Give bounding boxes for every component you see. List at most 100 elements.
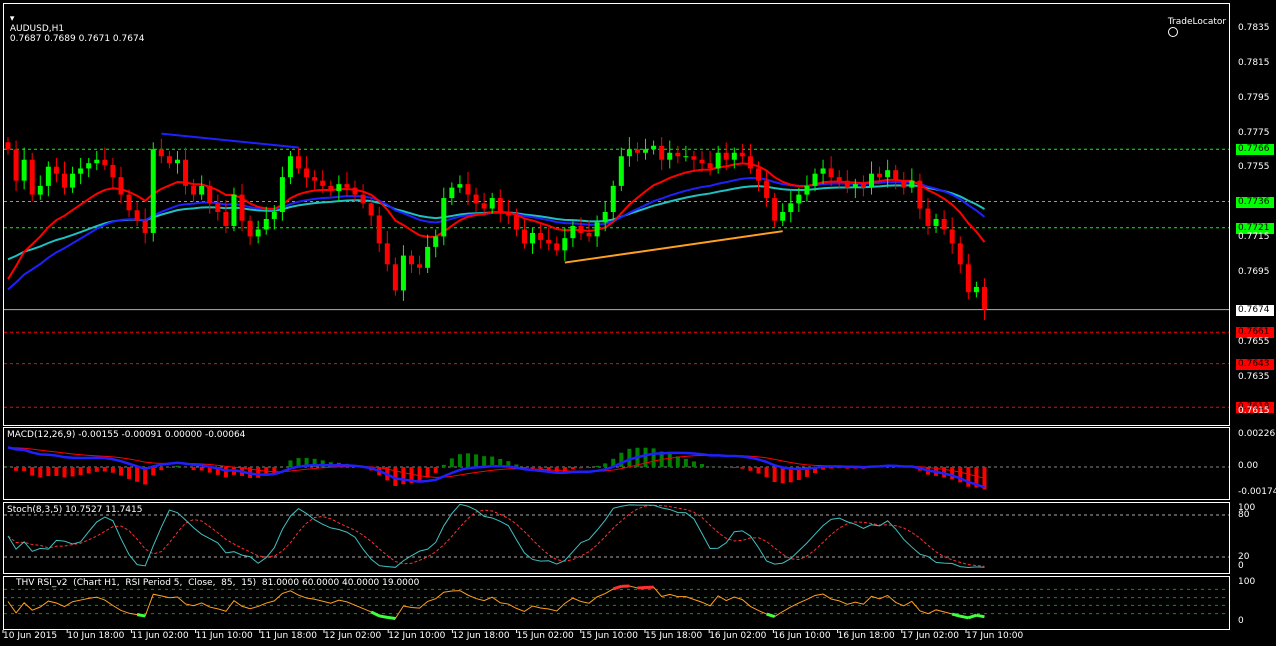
candle-body xyxy=(457,184,463,188)
macd-histogram-bar xyxy=(256,467,261,478)
time-tick: 16 Jun 18:00 xyxy=(837,631,895,641)
time-tick: 10 Jun 18:00 xyxy=(67,631,125,641)
candle-body xyxy=(651,145,657,150)
candle-body xyxy=(449,187,455,199)
candle-body xyxy=(336,184,342,192)
candle-body xyxy=(21,159,27,181)
rsi-extreme-segment xyxy=(370,610,380,618)
candle-body xyxy=(860,184,866,188)
macd-histogram-bar xyxy=(966,467,971,487)
candle-body xyxy=(602,212,608,223)
candle-body xyxy=(425,246,431,268)
rsi-extreme-segment xyxy=(951,612,961,618)
macd-histogram-bar xyxy=(441,464,446,467)
candle-body xyxy=(885,170,891,178)
macd-histogram-bar xyxy=(38,467,43,478)
macd-histogram-bar xyxy=(950,467,955,480)
price-tick: 0.7815 xyxy=(1238,57,1270,68)
candle-body xyxy=(433,236,439,247)
price-tick: 0.7795 xyxy=(1238,92,1270,103)
candle-body xyxy=(392,264,398,291)
candle-body xyxy=(481,203,487,209)
candle-body xyxy=(925,208,931,226)
price-level-tag: 0.7766 xyxy=(1236,144,1274,156)
macd-histogram-bar xyxy=(756,467,761,474)
macd-histogram-bar xyxy=(70,467,75,477)
candle-body xyxy=(699,159,705,164)
price-tick: 0.7755 xyxy=(1238,162,1270,173)
macd-histogram-bar xyxy=(54,467,59,476)
stoch-label: Stoch(8,3,5) 10.7527 11.7415 xyxy=(7,505,143,515)
candle-body xyxy=(836,177,842,181)
candle-body xyxy=(764,180,770,199)
macd-histogram-bar xyxy=(595,465,600,467)
candle-body xyxy=(941,218,947,230)
time-tick: 12 Jun 10:00 xyxy=(388,631,446,641)
rsi-extreme-segment xyxy=(967,613,977,620)
time-tick: 11 Jun 02:00 xyxy=(131,631,189,641)
candle-body xyxy=(957,243,963,265)
candle-body xyxy=(142,220,148,233)
candle-body xyxy=(465,184,471,195)
candle-body xyxy=(158,149,164,157)
price-tick: 0.7835 xyxy=(1238,23,1270,33)
candle-body xyxy=(691,156,697,160)
candle-body xyxy=(594,222,600,237)
candle-body xyxy=(901,180,907,188)
price-tick: 0.7775 xyxy=(1238,127,1270,138)
macd-histogram-bar xyxy=(46,467,51,477)
macd-histogram-bar xyxy=(167,467,172,468)
candle-body xyxy=(973,286,979,293)
rsi-extreme-segment xyxy=(378,614,388,619)
macd-histogram-bar xyxy=(643,447,648,467)
candle-body xyxy=(312,177,318,181)
rsi-extreme-segment xyxy=(387,615,396,620)
locator-icon xyxy=(1167,27,1178,37)
stoch-tick: 0 xyxy=(1238,561,1244,571)
candle-body xyxy=(255,229,261,237)
candle-body xyxy=(166,156,172,164)
candle-body xyxy=(215,203,221,213)
macd-histogram-bar xyxy=(159,467,164,471)
candle-body xyxy=(53,166,59,174)
candle-body xyxy=(796,194,802,204)
time-tick: 16 Jun 10:00 xyxy=(773,631,831,641)
trade-locator[interactable]: TradeLocator xyxy=(1165,7,1226,39)
candle-body xyxy=(844,180,850,188)
macd-histogram-bar xyxy=(22,467,27,472)
price-tick: 0.7635 xyxy=(1238,371,1270,382)
candle-body xyxy=(877,173,883,178)
candle-body xyxy=(812,173,818,186)
macd-histogram-bar xyxy=(425,467,430,478)
macd-histogram-bar xyxy=(135,467,140,482)
candle-body xyxy=(191,185,197,195)
ohlc-values: 0.7687 0.7689 0.7671 0.7674 xyxy=(9,34,145,44)
stoch-main-line xyxy=(7,503,985,568)
candle-body xyxy=(102,159,108,165)
macd-histogram-bar xyxy=(474,454,479,467)
candle-body xyxy=(199,185,205,195)
candle-body xyxy=(360,194,366,204)
time-tick: 16 Jun 02:00 xyxy=(709,631,767,641)
macd-histogram-bar xyxy=(691,461,696,467)
candle-body xyxy=(538,232,544,240)
candle-body xyxy=(473,194,479,204)
candle-body xyxy=(852,184,858,188)
candle-body xyxy=(150,149,156,233)
time-tick: 17 Jun 02:00 xyxy=(901,631,959,641)
candle-body xyxy=(707,163,713,169)
price-axis[interactable]: 0.00226 0.00 -0.00174 100 80 20 0 100 0 … xyxy=(1230,0,1276,646)
candle-body xyxy=(949,229,955,244)
dropdown-arrow-icon[interactable]: ▾ xyxy=(10,14,15,24)
macd-histogram-bar xyxy=(102,467,107,472)
candle-body xyxy=(352,187,358,195)
candle-body xyxy=(328,185,334,192)
macd-histogram-bar xyxy=(62,467,67,478)
candle-body xyxy=(497,198,503,213)
candle-body xyxy=(667,152,673,160)
candle-body xyxy=(659,145,665,160)
macd-histogram-bar xyxy=(482,456,487,467)
candle-body xyxy=(965,264,971,293)
candle-body xyxy=(29,159,35,195)
brand-label: TradeLocator xyxy=(1167,17,1227,27)
